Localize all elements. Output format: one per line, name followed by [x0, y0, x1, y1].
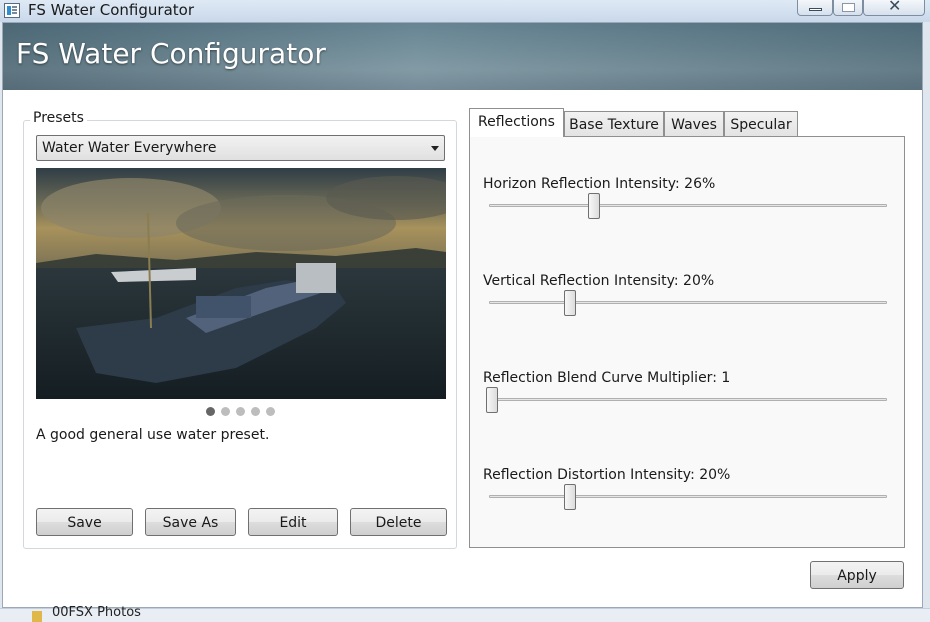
close-button[interactable]: ✕ [863, 0, 925, 16]
tab-waves[interactable]: Waves [664, 111, 724, 138]
tab-base-texture[interactable]: Base Texture [564, 111, 664, 138]
delete-button[interactable]: Delete [350, 508, 447, 536]
distortion-intensity-label: Reflection Distortion Intensity: 20% [483, 467, 731, 483]
preset-dropdown-value: Water Water Everywhere [42, 140, 217, 156]
vertical-reflection-label: Vertical Reflection Intensity: 20% [483, 273, 715, 289]
distortion-intensity-slider[interactable] [489, 484, 887, 510]
presets-group: Presets Water Water Everywhere A good ge… [23, 110, 457, 549]
app-window-icon[interactable] [4, 3, 20, 18]
tab-specular[interactable]: Specular [724, 111, 798, 138]
blend-curve-label: Reflection Blend Curve Multiplier: 1 [483, 370, 731, 386]
blend-curve-slider[interactable] [486, 387, 887, 413]
horizon-reflection-slider[interactable] [489, 193, 887, 219]
chevron-down-icon [431, 146, 439, 151]
presets-label: Presets [30, 110, 87, 126]
maximize-icon [842, 3, 855, 12]
carousel-dot[interactable] [266, 407, 275, 416]
carousel-dot[interactable] [221, 407, 230, 416]
preset-preview-image [36, 168, 446, 399]
carousel-dot[interactable] [251, 407, 260, 416]
save-as-button[interactable]: Save As [145, 508, 236, 536]
maximize-button[interactable] [833, 0, 863, 16]
minimize-icon [809, 8, 822, 11]
header-banner: FS Water Configurator [3, 23, 922, 90]
banner-title: FS Water Configurator [16, 37, 326, 70]
edit-button[interactable]: Edit [248, 508, 338, 536]
horizon-reflection-label: Horizon Reflection Intensity: 26% [483, 176, 716, 192]
folder-icon [32, 611, 42, 622]
close-icon: ✕ [888, 0, 902, 15]
minimize-button[interactable] [797, 0, 833, 16]
save-button[interactable]: Save [36, 508, 133, 536]
window-title: FS Water Configurator [28, 1, 194, 19]
background-item-label: 00FSX Photos [52, 605, 141, 620]
carousel-dot[interactable] [206, 407, 215, 416]
slider-thumb[interactable] [564, 290, 577, 316]
carousel-dot[interactable] [236, 407, 245, 416]
slider-thumb[interactable] [587, 193, 600, 219]
slider-thumb[interactable] [564, 484, 577, 510]
background-window-strip: 00FSX Photos [0, 605, 930, 622]
slider-thumb[interactable] [486, 387, 498, 413]
title-bar[interactable]: FS Water Configurator ✕ [0, 0, 930, 22]
main-window: FS Water Configurator Presets Water Wate… [2, 22, 923, 608]
vertical-reflection-slider[interactable] [489, 290, 887, 316]
preset-description: A good general use water preset. [36, 427, 270, 443]
preset-dropdown[interactable]: Water Water Everywhere [36, 135, 445, 161]
reflections-panel: Horizon Reflection Intensity: 26% Vertic… [469, 136, 905, 548]
tab-reflections[interactable]: Reflections [469, 108, 564, 137]
apply-button[interactable]: Apply [810, 561, 904, 589]
